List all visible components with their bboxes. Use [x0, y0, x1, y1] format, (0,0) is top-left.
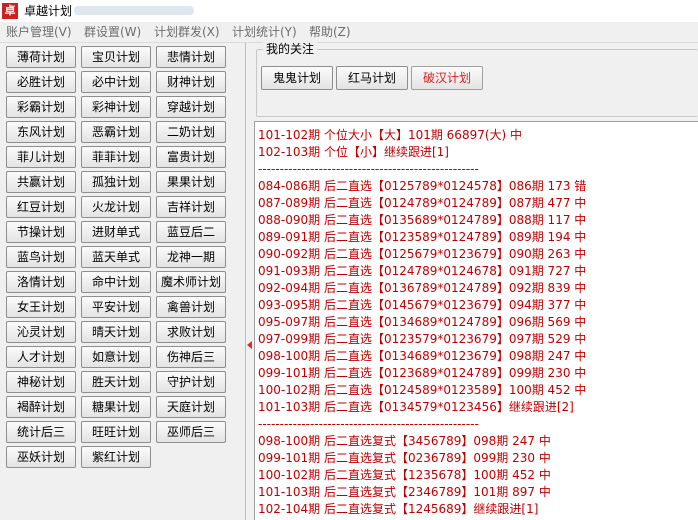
- log-line: 084-086期 后二直选【0125789*0124578】086期 173 错: [258, 179, 587, 193]
- log-line: 092-094期 后二直选【0136789*0124789】092期 839 中: [258, 281, 587, 295]
- plan-button[interactable]: 禽兽计划: [156, 296, 226, 318]
- plan-button[interactable]: 龙神一期: [156, 246, 226, 268]
- log-line: 101-103期 后二直选复式【2346789】101期 897 中: [258, 485, 551, 499]
- plan-button[interactable]: 富贵计划: [156, 146, 226, 168]
- log-line: 100-102期 后二直选【0124589*0123589】100期 452 中: [258, 383, 587, 397]
- plan-button[interactable]: 蓝天单式: [81, 246, 151, 268]
- plan-button[interactable]: 红豆计划: [6, 196, 76, 218]
- plan-button[interactable]: 统计后三: [6, 421, 76, 443]
- plan-button[interactable]: 恶霸计划: [81, 121, 151, 143]
- plan-button[interactable]: 孤独计划: [81, 171, 151, 193]
- plan-button[interactable]: 东风计划: [6, 121, 76, 143]
- menu-plan-broadcast[interactable]: 计划群发(X): [154, 24, 220, 40]
- plan-button[interactable]: 魔术师计划: [156, 271, 226, 293]
- plan-button[interactable]: 人才计划: [6, 346, 76, 368]
- plan-button-panel: 薄荷计划 宝贝计划 悲情计划必胜计划 必中计划 财神计划彩霸计划 彩神计划 穿越计划东风计划…: [0, 43, 238, 520]
- plan-button[interactable]: 彩神计划: [81, 96, 151, 118]
- plan-button[interactable]: 财神计划: [156, 71, 226, 93]
- plan-button[interactable]: 旺旺计划: [81, 421, 151, 443]
- plan-button[interactable]: 薄荷计划: [6, 46, 76, 68]
- plan-button[interactable]: 彩霸计划: [6, 96, 76, 118]
- menu-plan-stats[interactable]: 计划统计(Y): [232, 24, 297, 40]
- plan-button[interactable]: 果果计划: [156, 171, 226, 193]
- favorite-plan-button[interactable]: 红马计划: [336, 66, 408, 90]
- menu-bar: 账户管理(V) 群设置(W) 计划群发(X) 计划统计(Y) 帮助(Z): [0, 22, 698, 43]
- plan-button[interactable]: 巫师后三: [156, 421, 226, 443]
- log-line: 087-089期 后二直选【0124789*0124789】087期 477 中: [258, 196, 587, 210]
- plan-button[interactable]: 必中计划: [81, 71, 151, 93]
- log-line: 101-102期 个位大小【大】101期 66897(大) 中: [258, 128, 523, 142]
- collapse-arrow-icon[interactable]: [247, 341, 252, 349]
- menu-group-settings[interactable]: 群设置(W): [84, 24, 141, 40]
- plan-button[interactable]: 必胜计划: [6, 71, 76, 93]
- plan-button[interactable]: 火龙计划: [81, 196, 151, 218]
- plan-button[interactable]: 紫红计划: [81, 446, 151, 468]
- log-line: 098-100期 后二直选【0134689*0123679】098期 247 中: [258, 349, 587, 363]
- plan-button[interactable]: 二奶计划: [156, 121, 226, 143]
- log-divider: ----------------------------------------…: [258, 162, 479, 176]
- log-line: 090-092期 后二直选【0125679*0123679】090期 263 中: [258, 247, 587, 261]
- app-icon: 卓: [2, 3, 18, 19]
- log-line: 100-102期 后二直选复式【1235678】100期 452 中: [258, 468, 551, 482]
- plan-button[interactable]: 宝贝计划: [81, 46, 151, 68]
- favorites-area: 我的关注 鬼鬼计划 红马计划 破汉计划: [254, 42, 698, 119]
- menu-help[interactable]: 帮助(Z): [309, 24, 351, 40]
- plan-button[interactable]: 神秘计划: [6, 371, 76, 393]
- plan-button[interactable]: 菲儿计划: [6, 146, 76, 168]
- title-bar: 卓 卓越计划: [0, 0, 698, 23]
- log-line: 102-103期 个位【小】继续跟进[1]: [258, 145, 449, 159]
- log-line: 098-100期 后二直选复式【3456789】098期 247 中: [258, 434, 551, 448]
- plan-button[interactable]: 胜天计划: [81, 371, 151, 393]
- plan-button[interactable]: 求败计划: [156, 321, 226, 343]
- plan-button[interactable]: 节操计划: [6, 221, 76, 243]
- log-line: 091-093期 后二直选【0124789*0124678】091期 727 中: [258, 264, 587, 278]
- window-title: 卓越计划: [24, 4, 73, 18]
- log-line: 101-103期 后二直选【0134579*0123456】继续跟进[2]: [258, 400, 574, 414]
- plan-button[interactable]: 如意计划: [81, 346, 151, 368]
- plan-button[interactable]: 女王计划: [6, 296, 76, 318]
- plan-button[interactable]: 吉祥计划: [156, 196, 226, 218]
- plan-button[interactable]: 共赢计划: [6, 171, 76, 193]
- plan-button[interactable]: 进财单式: [81, 221, 151, 243]
- plan-button[interactable]: 巫妖计划: [6, 446, 76, 468]
- plan-button[interactable]: 褐醉计划: [6, 396, 76, 418]
- favorite-plan-button-highlighted[interactable]: 破汉计划: [411, 66, 483, 90]
- plan-button[interactable]: 蓝鸟计划: [6, 246, 76, 268]
- plan-button[interactable]: 平安计划: [81, 296, 151, 318]
- log-divider: ----------------------------------------…: [258, 417, 479, 431]
- plan-button[interactable]: 伤神后三: [156, 346, 226, 368]
- log-line: 099-101期 后二直选【0123689*0124789】099期 230 中: [258, 366, 587, 380]
- plan-button[interactable]: 天庭计划: [156, 396, 226, 418]
- favorite-plan-button[interactable]: 鬼鬼计划: [261, 66, 333, 90]
- plan-button[interactable]: 悲情计划: [156, 46, 226, 68]
- plan-button[interactable]: 沁灵计划: [6, 321, 76, 343]
- plan-button[interactable]: 蓝豆后二: [156, 221, 226, 243]
- plan-button[interactable]: 糖果计划: [81, 396, 151, 418]
- splitter-line: [245, 43, 246, 520]
- plan-button[interactable]: 洛情计划: [6, 271, 76, 293]
- plan-button[interactable]: 穿越计划: [156, 96, 226, 118]
- result-log[interactable]: 101-102期 个位大小【大】101期 66897(大) 中 102-103期 …: [254, 121, 698, 520]
- blurred-title-detail: [74, 6, 194, 15]
- plan-button[interactable]: 菲菲计划: [81, 146, 151, 168]
- splitter[interactable]: [238, 43, 254, 520]
- log-line: 093-095期 后二直选【0145679*0123679】094期 377 中: [258, 298, 587, 312]
- log-line: 095-097期 后二直选【0134689*0124789】096期 569 中: [258, 315, 587, 329]
- plan-button[interactable]: 晴天计划: [81, 321, 151, 343]
- plan-button[interactable]: 守护计划: [156, 371, 226, 393]
- menu-account[interactable]: 账户管理(V): [6, 24, 72, 40]
- favorites-group: 我的关注 鬼鬼计划 红马计划 破汉计划: [256, 42, 698, 117]
- log-line: 097-099期 后二直选【0123579*0123679】097期 529 中: [258, 332, 587, 346]
- log-line: 089-091期 后二直选【0123589*0124789】089期 194 中: [258, 230, 587, 244]
- log-line: 088-090期 后二直选【0135689*0124789】088期 117 中: [258, 213, 587, 227]
- plan-button[interactable]: 命中计划: [81, 271, 151, 293]
- log-line: 102-104期 后二直选复式【1245689】继续跟进[1]: [258, 502, 539, 516]
- favorites-label: 我的关注: [263, 42, 318, 56]
- log-line: 099-101期 后二直选复式【0236789】099期 230 中: [258, 451, 551, 465]
